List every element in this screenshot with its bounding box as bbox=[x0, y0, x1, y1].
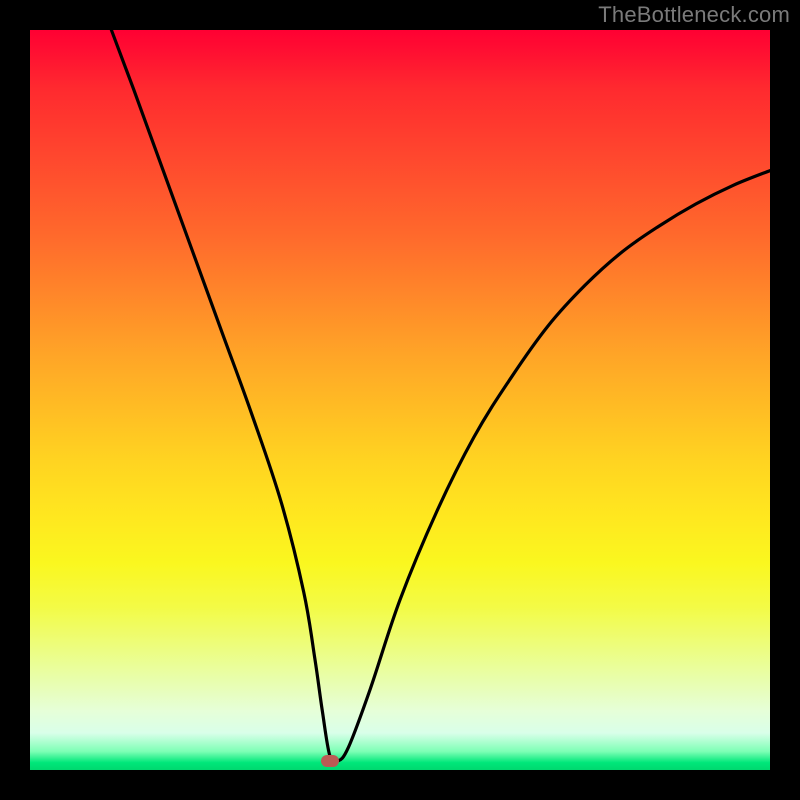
watermark-text: TheBottleneck.com bbox=[598, 2, 790, 28]
chart-frame: TheBottleneck.com bbox=[0, 0, 800, 800]
plot-area bbox=[30, 30, 770, 770]
curve-svg bbox=[30, 30, 770, 770]
curve-path bbox=[111, 30, 770, 762]
minimum-marker bbox=[321, 755, 339, 767]
